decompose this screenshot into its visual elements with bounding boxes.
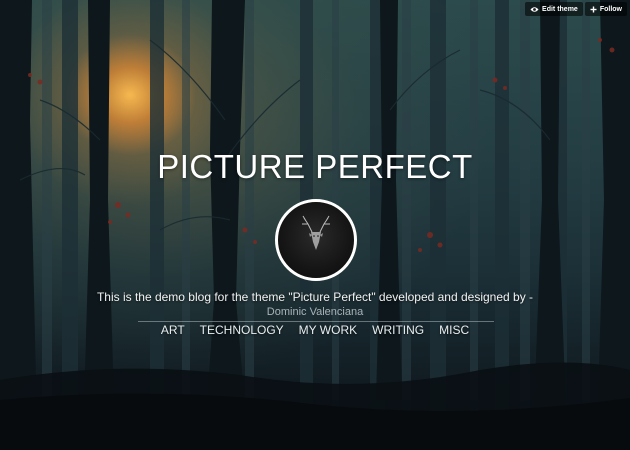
plus-icon <box>590 6 597 13</box>
nav-item-my-work[interactable]: MY WORK <box>299 323 357 338</box>
divider <box>138 321 494 322</box>
nav-item-writing[interactable]: WRITING <box>372 323 424 338</box>
nav-item-technology[interactable]: TECHNOLOGY <box>200 323 284 338</box>
nav-item-misc[interactable]: MISC <box>439 323 469 338</box>
author-link[interactable]: Dominic Valenciana <box>0 305 630 319</box>
blog-title[interactable]: PICTURE PERFECT <box>0 148 630 186</box>
eye-icon <box>530 6 539 13</box>
tumblr-controls: Edit theme Follow <box>525 2 627 16</box>
nav-item-art[interactable]: ART <box>161 323 185 338</box>
deer-avatar[interactable] <box>275 199 357 281</box>
follow-button[interactable]: Follow <box>584 2 627 16</box>
main-nav: ART TECHNOLOGY MY WORK WRITING MISC <box>0 323 630 338</box>
follow-label: Follow <box>599 5 622 13</box>
deer-head-graphic <box>302 215 330 250</box>
edit-theme-label: Edit theme <box>542 5 578 13</box>
blog-description: This is the demo blog for the theme "Pic… <box>96 290 534 304</box>
edit-theme-button[interactable]: Edit theme <box>525 2 583 16</box>
